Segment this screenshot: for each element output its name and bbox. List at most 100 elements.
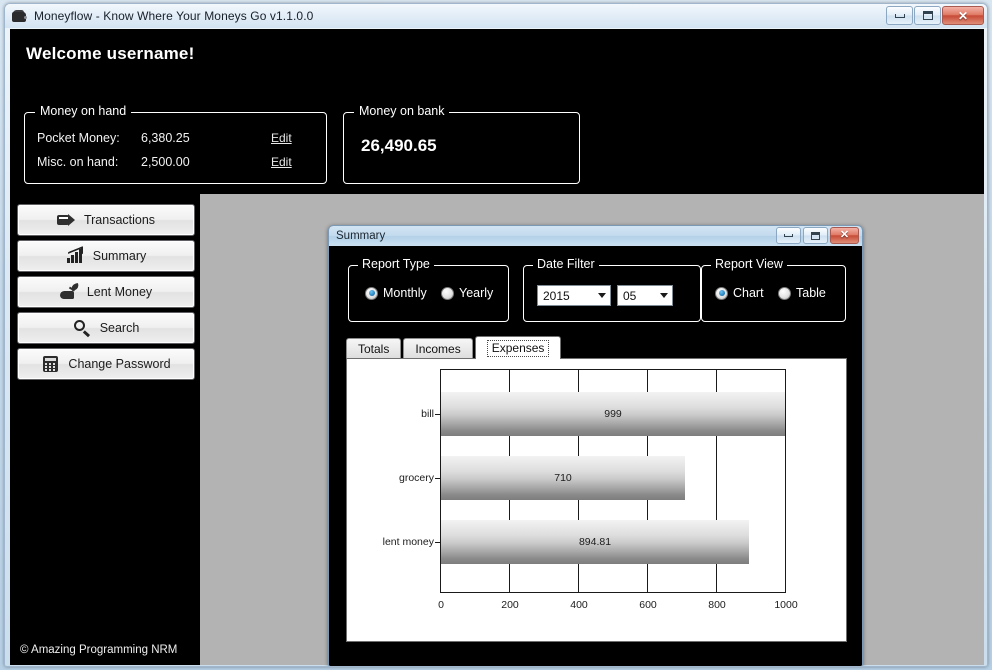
tab-label: Incomes [415,342,461,356]
sidebar-item-label: Summary [92,249,147,263]
xtick-800: 800 [708,599,726,611]
tab-totals[interactable]: Totals [346,338,402,359]
money-on-bank-title: Money on bank [354,104,450,118]
summary-window-title: Summary [336,230,386,242]
close-icon: ✕ [957,8,969,23]
minimize-icon [894,13,905,18]
money-on-bank-group: Money on bank 26,490.65 [343,104,580,184]
sidebar-item-label: Search [99,321,140,335]
money-on-bank-amount: 26,490.65 [361,136,437,155]
mdi-workspace: Summary ✕ Report Type Monthly Yearly Dat… [200,194,984,666]
summary-window-controls: ✕ [776,227,859,244]
minimize-button[interactable] [886,6,913,25]
category-label-lent-money: lent money [383,536,441,548]
summary-window: Summary ✕ Report Type Monthly Yearly Dat… [328,225,863,666]
sidebar-item-change-password[interactable]: Change Password [17,348,195,380]
tab-incomes[interactable]: Incomes [403,338,473,359]
tab-label: Expenses [486,339,550,357]
month-select[interactable]: 05 [617,285,673,306]
minimize-icon [784,234,793,237]
bar-chart-icon [66,245,86,265]
summary-tabstrip: Totals Incomes Expenses [346,336,847,359]
radio-label: Chart [733,286,764,300]
summary-minimize-button[interactable] [776,227,801,244]
summary-close-button[interactable]: ✕ [830,227,859,244]
radio-report-view-chart[interactable]: Chart [715,286,764,300]
maximize-icon [811,231,820,240]
radio-indicator [778,286,791,300]
edit-pocket-money-link[interactable]: Edit [271,131,292,145]
bar-value-label: 710 [554,472,572,484]
window-title: Moneyflow - Know Where Your Moneys Go v1… [34,9,314,23]
bar-value-label: 894.81 [578,536,612,548]
welcome-message: Welcome username! [26,44,195,63]
xtick-0: 0 [438,599,444,611]
sidebar-item-label: Transactions [83,213,156,227]
money-on-hand-title: Money on hand [35,104,132,118]
date-filter-title: Date Filter [533,257,599,271]
summary-window-body: Report Type Monthly Yearly Date Filter 2… [329,248,862,666]
bar-lent-money: 894.81 lent money [383,520,749,564]
maximize-button[interactable] [914,6,941,25]
sidebar-item-summary[interactable]: Summary [17,240,195,272]
year-select[interactable]: 2015 [537,285,611,306]
xtick-600: 600 [639,599,657,611]
window-titlebar[interactable]: Moneyflow - Know Where Your Moneys Go v1… [5,4,987,28]
report-view-group: Report View Chart Table [701,257,846,322]
xtick-400: 400 [570,599,588,611]
sidebar-item-search[interactable]: Search [17,312,195,344]
pocket-money-label: Pocket Money: [37,131,120,145]
hand-money-icon [59,282,80,301]
sidebar-item-label: Change Password [68,357,171,371]
radio-indicator [365,286,378,300]
summary-maximize-button[interactable] [803,227,828,244]
copyright-text: © Amazing Programming NRM [20,644,178,656]
pocket-money-value: 6,380.25 [141,131,190,145]
sidebar-item-transactions[interactable]: Transactions [17,204,195,236]
radio-report-view-table[interactable]: Table [778,286,826,300]
close-button[interactable]: ✕ [942,6,984,25]
bar-bill: 999 bill [421,392,785,436]
chevron-down-icon [594,293,610,298]
wallet-icon [11,8,28,25]
sidebar: Transactions Summary Lent Money Search C… [10,194,200,665]
xtick-1000: 1000 [774,599,798,611]
radio-report-type-monthly[interactable]: Monthly [365,286,427,300]
sidebar-item-label: Lent Money [86,285,153,299]
chevron-down-icon [656,293,672,298]
edit-misc-on-hand-link[interactable]: Edit [271,155,292,169]
radio-label: Table [796,286,826,300]
year-select-value: 2015 [543,288,570,303]
chart-plot-area: 999 bill 710 grocery 894.81 lent money [383,369,786,593]
summary-window-titlebar[interactable]: Summary ✕ [329,226,862,247]
radio-label: Monthly [383,286,427,300]
bar-value-label: 999 [604,408,622,420]
bar-grocery: 710 grocery [399,456,685,500]
close-icon: ✕ [839,229,850,241]
money-on-hand-group: Money on hand Pocket Money: 6,380.25 Edi… [24,104,327,184]
screen-root: Moneyflow - Know Where Your Moneys Go v1… [0,0,992,670]
misc-on-hand-label: Misc. on hand: [37,155,119,169]
category-label-grocery: grocery [399,472,441,484]
misc-on-hand-value: 2,500.00 [141,155,190,169]
sidebar-item-lent-money[interactable]: Lent Money [17,276,195,308]
radio-report-type-yearly[interactable]: Yearly [441,286,493,300]
application-window: Moneyflow - Know Where Your Moneys Go v1… [4,3,988,667]
report-view-title: Report View [711,257,787,271]
month-select-value: 05 [623,288,637,303]
expenses-tab-panel: 999 bill 710 grocery 894.81 lent money 0… [346,358,847,642]
calculator-icon [41,355,61,373]
client-area: Welcome username! Money on hand Pocket M… [10,29,984,666]
xtick-200: 200 [501,599,519,611]
magnifier-icon [73,319,93,337]
window-controls: ✕ [886,6,984,25]
radio-indicator [715,286,728,300]
tab-expenses[interactable]: Expenses [474,336,562,359]
maximize-icon [922,11,933,20]
radio-label: Yearly [459,286,494,300]
report-type-title: Report Type [358,257,434,271]
transactions-icon [56,211,77,229]
expenses-bar-chart: 999 bill 710 grocery 894.81 lent money 0… [347,359,846,641]
category-label-bill: bill [421,408,441,420]
tab-label: Totals [358,342,390,356]
